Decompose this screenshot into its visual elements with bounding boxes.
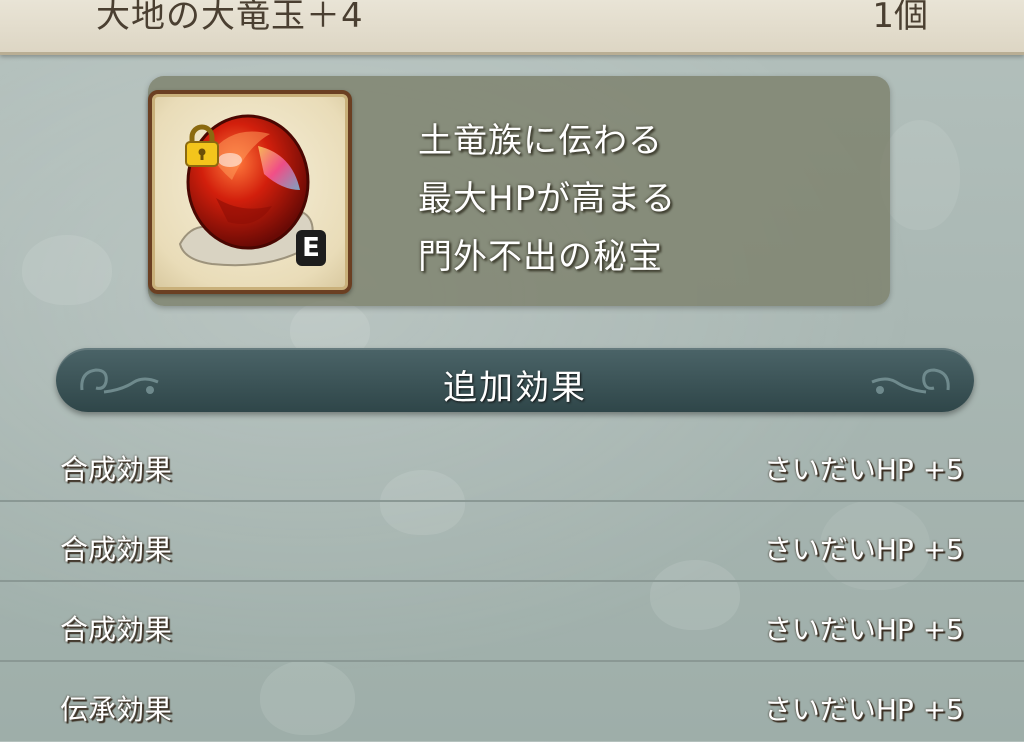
effects-list: 合成効果 さいだいHP +5 合成効果 さいだいHP +5 合成効果 さいだいH… <box>0 422 1024 742</box>
equipped-badge: E <box>296 230 326 266</box>
effect-name: 合成効果 <box>60 453 173 486</box>
effect-name: 合成効果 <box>60 533 173 566</box>
slime-decoration <box>22 235 112 305</box>
item-count: 1個 <box>872 0 928 36</box>
item-title-bar: 大地の大竜玉＋4 1個 <box>0 0 1024 55</box>
description-line: 土竜族に伝わる <box>418 121 663 161</box>
additional-effects-header: 追加効果 <box>56 348 974 412</box>
effect-value: さいだいHP +5 <box>763 693 964 726</box>
dragon-decoration <box>880 120 960 230</box>
item-name: 大地の大竜玉＋4 <box>96 0 364 36</box>
ornament-right-icon <box>871 368 950 394</box>
effect-name: 伝承効果 <box>60 693 173 726</box>
item-icon-frame[interactable]: E <box>148 90 352 294</box>
effect-row: 合成効果 さいだいHP +5 <box>0 422 1024 502</box>
description-line: 最大HPが高まる <box>418 179 677 219</box>
effect-value: さいだいHP +5 <box>763 533 964 566</box>
item-detail-panel: E 土竜族に伝わる 最大HPが高まる 門外不出の秘宝 <box>148 76 890 306</box>
effect-row: 合成効果 さいだいHP +5 <box>0 502 1024 582</box>
effect-row: 合成効果 さいだいHP +5 <box>0 582 1024 662</box>
section-title: 追加効果 <box>443 368 587 408</box>
effect-row: 伝承効果 さいだいHP +5 <box>0 662 1024 742</box>
locked-padlock-icon <box>185 124 219 167</box>
effect-value: さいだいHP +5 <box>763 613 964 646</box>
effect-name: 合成効果 <box>60 613 173 646</box>
description-line: 門外不出の秘宝 <box>418 237 663 277</box>
effect-value: さいだいHP +5 <box>763 453 964 486</box>
item-description: 土竜族に伝わる 最大HPが高まる 門外不出の秘宝 <box>418 112 676 286</box>
